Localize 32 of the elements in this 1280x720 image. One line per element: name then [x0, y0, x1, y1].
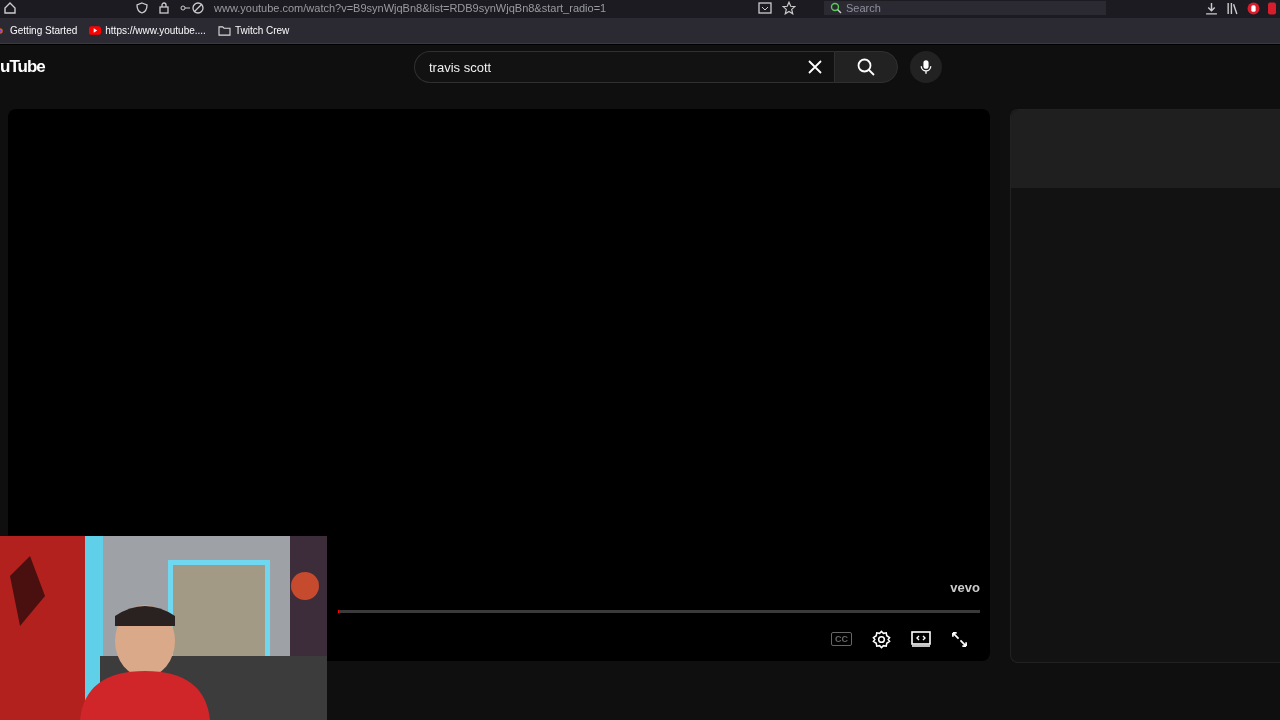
- voice-search-button[interactable]: [910, 51, 942, 83]
- logo[interactable]: uTube: [0, 57, 414, 77]
- search-button[interactable]: [834, 51, 898, 83]
- web-search-field[interactable]: Search: [846, 2, 1046, 14]
- bookmark[interactable]: https://www.youtube....: [89, 25, 206, 36]
- video-search-input[interactable]: travis scott: [427, 58, 808, 76]
- search-icon: [857, 58, 875, 76]
- extension-icon[interactable]: [1247, 1, 1260, 15]
- shield-icon[interactable]: [136, 2, 148, 14]
- settings-icon[interactable]: [872, 629, 891, 649]
- vevo-watermark: vevo: [950, 580, 980, 595]
- fullscreen-icon[interactable]: [951, 630, 968, 648]
- theater-mode-icon[interactable]: [911, 631, 931, 647]
- bookmark[interactable]: Getting Started: [0, 24, 78, 37]
- star-icon[interactable]: [782, 1, 796, 15]
- search-icon: [830, 2, 842, 14]
- youtube-icon: [89, 26, 102, 35]
- close-icon[interactable]: [808, 60, 822, 74]
- reader-view-icon[interactable]: [758, 2, 772, 14]
- home-icon[interactable]: [4, 2, 16, 14]
- folder-icon: [217, 25, 231, 36]
- video-search-field[interactable]: travis scott: [414, 51, 834, 83]
- bookmark[interactable]: Twitch Crew: [217, 25, 290, 36]
- microphone-icon: [920, 59, 932, 75]
- url-text[interactable]: www.youtube.com/watch?v=B9synWjqBn8&list=RDB9synWjqBn8&start_radio=1: [214, 2, 607, 14]
- library-icon[interactable]: [1226, 1, 1239, 15]
- subtitles-button[interactable]: CC: [831, 632, 852, 646]
- web-search-box[interactable]: Search: [824, 1, 1106, 15]
- lock-icon: [158, 2, 170, 14]
- permissions-icon[interactable]: [180, 2, 204, 14]
- download-icon[interactable]: [1205, 1, 1218, 15]
- video-player[interactable]: vevo CC: [8, 109, 990, 661]
